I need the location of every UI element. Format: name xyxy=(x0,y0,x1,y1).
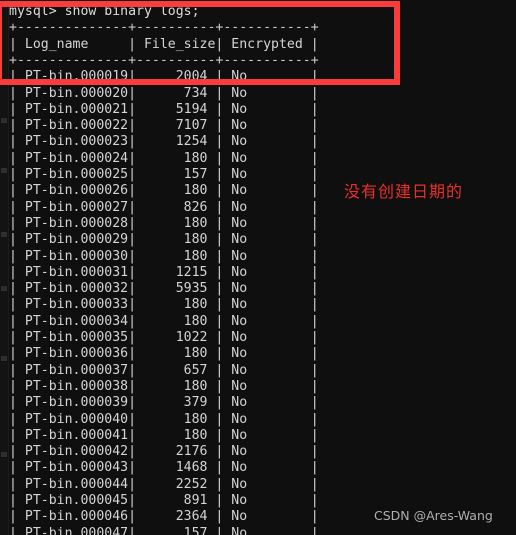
watermark: CSDN @Ares-Wang xyxy=(374,508,493,523)
table-row: | PT-bin.000025| 157 | No | xyxy=(9,167,319,182)
table-row: | PT-bin.000027| 826 | No | xyxy=(9,199,319,215)
scrollbar-mark xyxy=(1,356,7,361)
table-row: | PT-bin.000046| 2364 | No | xyxy=(9,509,319,525)
table-row: | PT-bin.000035| 1022 | No | xyxy=(9,330,319,345)
table-separator: +--------------+----------+-----------+ xyxy=(9,52,319,68)
table-row: | PT-bin.000026| 180 | No | xyxy=(9,183,319,199)
terminal-screenshot: mysql> show binary logs; +--------------+… xyxy=(0,0,516,535)
scrollbar[interactable] xyxy=(0,0,9,535)
table-separator: +--------------+----------+-----------+ xyxy=(9,20,319,36)
table-row: | PT-bin.000030| 180 | No | xyxy=(9,248,319,264)
table-row: | PT-bin.000023| 1254 | No | xyxy=(9,134,319,150)
table-header-row: | Log_name | File_size| Encrypted | xyxy=(9,36,319,52)
scrollbar-mark xyxy=(1,452,7,457)
table-row: | PT-bin.000024| 180 | No | xyxy=(9,150,319,166)
table-row: | PT-bin.000047| 157 | No | xyxy=(9,525,319,535)
table-row: | PT-bin.000029| 180 | No | xyxy=(9,232,319,248)
table-row: | PT-bin.000028| 180 | No | xyxy=(9,215,319,231)
table-row: | PT-bin.000039| 379 | No | xyxy=(9,395,319,411)
annotation-note-text: 没有创建日期的 xyxy=(344,182,464,201)
table-row: | PT-bin.000045| 891 | No | xyxy=(9,493,319,508)
table-row: | PT-bin.000043| 1468 | No | xyxy=(9,460,319,476)
table-row: | PT-bin.000019| 2004 | No | xyxy=(9,69,319,85)
table-row: | PT-bin.000044| 2252 | No | xyxy=(9,476,319,492)
command-prompt-line: mysql> show binary logs; xyxy=(9,4,200,19)
table-row: | PT-bin.000042| 2176 | No | xyxy=(9,444,319,460)
scrollbar-mark xyxy=(1,286,7,291)
table-row: | PT-bin.000034| 180 | No | xyxy=(9,313,319,329)
scrollbar-mark xyxy=(1,118,7,123)
scrollbar-mark xyxy=(1,232,7,237)
table-row: | PT-bin.000040| 180 | No | xyxy=(9,411,319,427)
table-row: | PT-bin.000037| 657 | No | xyxy=(9,362,319,378)
table-row: | PT-bin.000041| 180 | No | xyxy=(9,427,319,443)
table-row: | PT-bin.000036| 180 | No | xyxy=(9,346,319,362)
terminal-output[interactable]: mysql> show binary logs; +--------------+… xyxy=(9,0,516,535)
table-row: | PT-bin.000021| 5194 | No | xyxy=(9,101,319,117)
table-row: | PT-bin.000022| 7107 | No | xyxy=(9,118,319,134)
table-row: | PT-bin.000020| 734 | No | xyxy=(9,85,319,101)
scrollbar-mark xyxy=(1,168,7,173)
table-row: | PT-bin.000033| 180 | No | xyxy=(9,297,319,313)
table-row: | PT-bin.000038| 180 | No | xyxy=(9,378,319,394)
table-row: | PT-bin.000032| 5935 | No | xyxy=(9,281,319,297)
table-row: | PT-bin.000031| 1215 | No | xyxy=(9,264,319,280)
